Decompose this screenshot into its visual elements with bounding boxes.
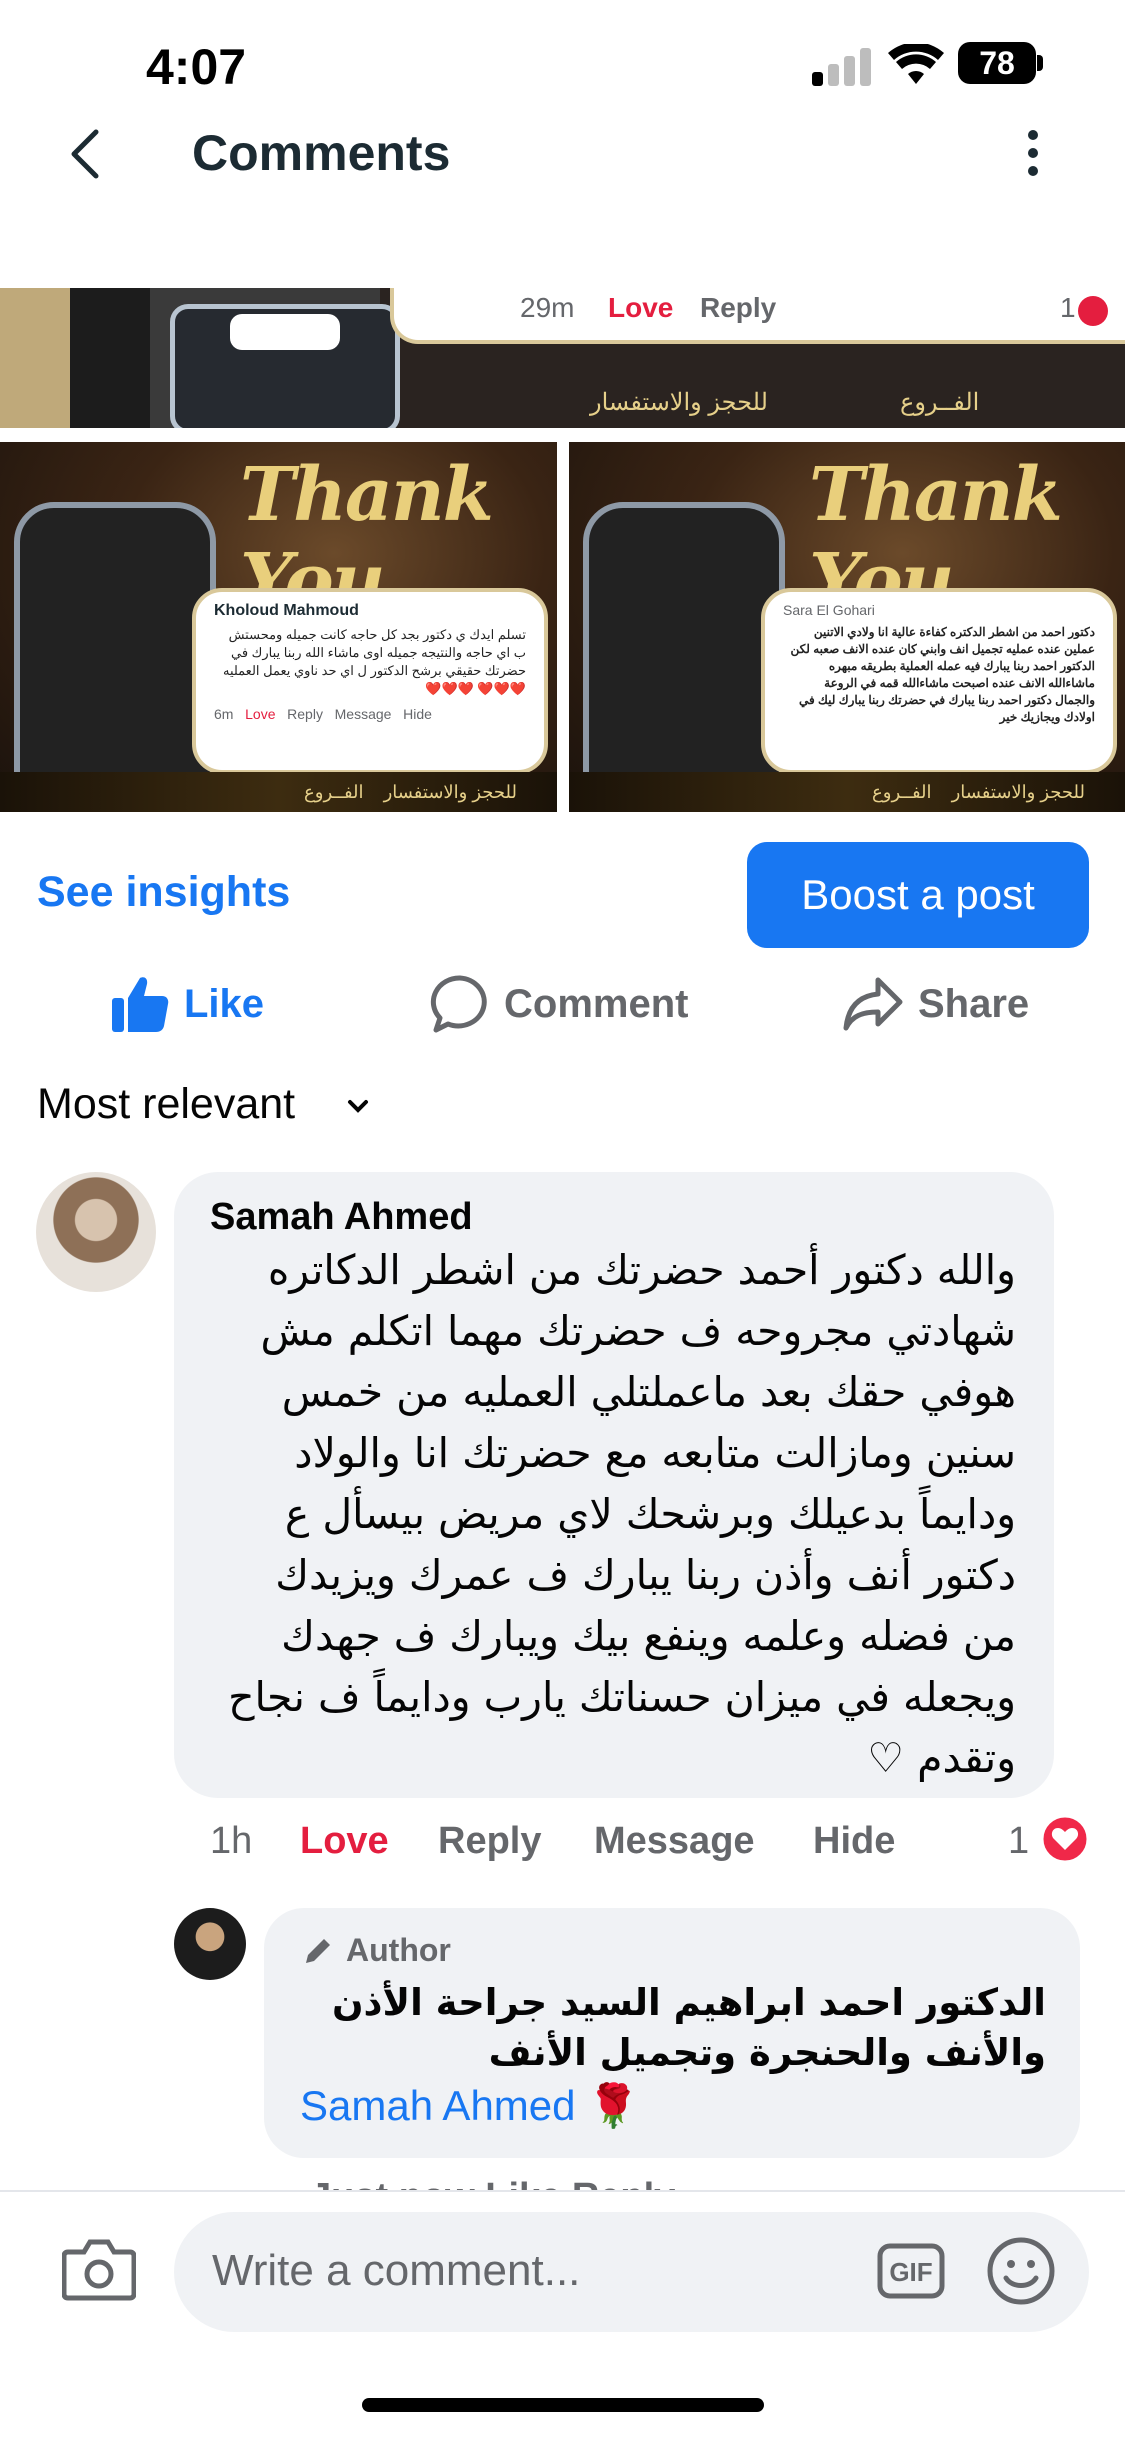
- avatar[interactable]: [36, 1172, 156, 1292]
- share-arrow-icon: [843, 977, 903, 1031]
- wifi-icon: [888, 44, 944, 84]
- review-card-right: Sara El Gohari دكتور احمد من اشطر الدكتر…: [761, 588, 1117, 774]
- page-title: Comments: [192, 125, 451, 181]
- mention-name[interactable]: Samah Ahmed: [300, 2082, 576, 2129]
- phone-graphic: [14, 502, 216, 812]
- rose-emoji: 🌹: [587, 2082, 640, 2129]
- top-footer-text: للحجز والاستفسار: [590, 389, 768, 416]
- boost-post-button[interactable]: Boost a post: [747, 842, 1089, 948]
- hide-button[interactable]: Hide: [813, 1820, 895, 1863]
- comment-bubble-icon: [430, 975, 487, 1033]
- reaction-count[interactable]: 1: [1008, 1820, 1029, 1863]
- comment-label: Comment: [504, 981, 689, 1026]
- see-insights-link[interactable]: See insights: [37, 868, 290, 917]
- comment-author[interactable]: Samah Ahmed: [210, 1196, 473, 1239]
- comment-text: والله دكتور أحمد حضرتك من اشطر الدكاتره …: [228, 1246, 1016, 1782]
- comment-button[interactable]: Comment: [430, 972, 688, 1036]
- svg-text:GIF: GIF: [889, 2257, 932, 2287]
- heart-reaction-icon[interactable]: [1040, 1814, 1090, 1864]
- more-options-icon[interactable]: [1020, 130, 1048, 176]
- gif-icon[interactable]: GIF: [876, 2236, 946, 2306]
- phone-graphic: [583, 502, 785, 812]
- comment-input-placeholder[interactable]: Write a comment...: [212, 2246, 580, 2296]
- post-image-left[interactable]: Thank You Kholoud Mahmoud تسلم ايدك ي دك…: [0, 442, 557, 812]
- back-arrow-icon[interactable]: [66, 126, 106, 182]
- mention-link[interactable]: Samah Ahmed 🌹: [300, 2082, 639, 2131]
- home-indicator: [362, 2398, 764, 2412]
- post-image-right[interactable]: Thank You Sara El Gohari دكتور احمد من ا…: [569, 442, 1125, 812]
- like-button[interactable]: Like: [110, 972, 264, 1036]
- battery-icon: [1037, 55, 1043, 71]
- author-badge-label: Author: [346, 1932, 451, 1968]
- reply-text: الدكتور احمد ابراهيم السيد جراحة الأذن و…: [331, 1981, 1046, 2074]
- status-time: 4:07: [146, 39, 247, 95]
- share-button[interactable]: Share: [842, 972, 1029, 1036]
- emoji-icon[interactable]: [986, 2236, 1056, 2306]
- review-card-left: Kholoud Mahmoud تسلم ايدك ي دكتور بجد كل…: [192, 588, 548, 774]
- thumbs-up-icon: [112, 977, 169, 1032]
- comment-time: 1h: [210, 1820, 253, 1862]
- like-label: Like: [184, 981, 265, 1026]
- message-button[interactable]: Message: [594, 1820, 755, 1863]
- love-reaction-button[interactable]: Love: [300, 1820, 389, 1863]
- author-avatar[interactable]: [174, 1908, 246, 1980]
- camera-icon[interactable]: [62, 2236, 136, 2302]
- top-footer-branch: الفــروع: [900, 389, 980, 416]
- sort-dropdown[interactable]: Most relevant: [37, 1080, 295, 1129]
- share-label: Share: [918, 981, 1030, 1026]
- cellular-signal-icon: [812, 46, 874, 86]
- post-image-top[interactable]: 29m Love Reply 1 للحجز والاستفسار الفــر…: [0, 288, 1125, 428]
- image-footer-right: للحجز والاستفسار الفــروع: [569, 772, 1125, 812]
- reply-button[interactable]: Reply: [438, 1820, 541, 1863]
- pencil-icon: [306, 1938, 330, 1963]
- chevron-down-icon[interactable]: [346, 1094, 370, 1118]
- battery-level: 78: [958, 42, 1036, 84]
- top-comment-meta: 29m Love Reply 1: [390, 288, 1125, 344]
- author-badge: Author: [300, 1932, 451, 1969]
- image-footer-left: للحجز والاستفسار الفــروع: [0, 772, 557, 812]
